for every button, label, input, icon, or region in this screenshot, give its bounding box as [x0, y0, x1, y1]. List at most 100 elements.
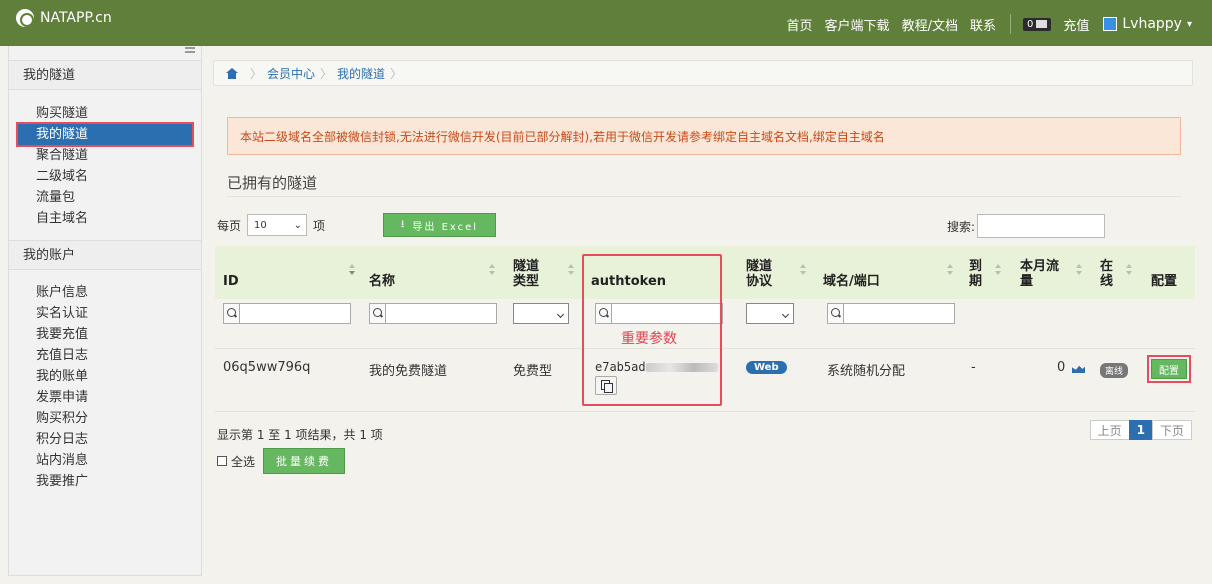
per-page-select[interactable]: 10 ⌄ [247, 214, 308, 236]
col-header-expire[interactable]: 到期 [969, 246, 1002, 299]
wechat-warning-alert: 本站二级域名全部被微信封锁,无法进行微信开发(目前已部分解封),若用于微信开发请… [227, 117, 1181, 155]
user-icon [1103, 17, 1118, 31]
messages-button[interactable]: 0 [1022, 17, 1052, 31]
chevron-down-icon: ⌄ [293, 219, 303, 231]
per-page-value: 10 [254, 219, 267, 231]
batch-renew-button[interactable]: 批量续费 [263, 448, 346, 474]
config-button[interactable]: 配置 [1147, 355, 1191, 383]
sidebar-item-points-log[interactable]: 积分日志 [9, 429, 201, 450]
sort-icon [1126, 264, 1133, 276]
sidebar-item-account-info[interactable]: 账户信息 [9, 282, 201, 303]
sort-icon [947, 264, 954, 276]
sidebar-item-bills[interactable]: 我的账单 [9, 366, 201, 387]
sort-icon [568, 264, 575, 276]
sort-icon [349, 264, 356, 276]
search-input[interactable] [977, 214, 1106, 238]
col-header-id[interactable]: ID [223, 246, 363, 299]
sidebar-item-traffic-pack[interactable]: 流量包 [9, 187, 201, 208]
nav-home-link[interactable]: 首页 [787, 15, 813, 34]
select-all-label: 全选 [231, 454, 256, 469]
filter-protocol-select[interactable] [746, 303, 794, 324]
sidebar-item-aggregate-tunnel[interactable]: 聚合隧道 [9, 145, 201, 166]
search-icon [224, 304, 240, 323]
sidebar: 我的隧道 购买隧道 我的隧道 聚合隧道 二级域名 流量包 自主域名 我的账户 账… [8, 46, 202, 576]
caret-down-icon: ▾ [1186, 18, 1192, 30]
traffic-chart-icon[interactable] [1072, 362, 1085, 373]
search-icon [828, 304, 844, 323]
sort-icon [489, 264, 496, 276]
search-control: 搜索: [947, 214, 1106, 238]
sidebar-header-tunnels[interactable]: 我的隧道 [9, 60, 201, 90]
sidebar-item-invoice[interactable]: 发票申请 [9, 387, 201, 408]
tunnel-traffic: 0 [1057, 360, 1066, 375]
tunnel-expire: - [971, 360, 976, 375]
sidebar-item-buy-tunnel[interactable]: 购买隧道 [9, 103, 201, 124]
protocol-badge: Web [746, 361, 787, 374]
col-header-type[interactable]: 隧道类型 [513, 246, 575, 299]
breadcrumb-current[interactable]: 我的隧道 [337, 65, 385, 82]
home-icon[interactable] [226, 67, 238, 79]
filter-type-select[interactable] [513, 303, 569, 324]
user-menu[interactable]: Lvhappy ▾ [1103, 16, 1192, 32]
page-1-button[interactable]: 1 [1128, 420, 1153, 440]
authtoken-value: e7ab5ad [595, 360, 718, 374]
username: Lvhappy [1122, 16, 1182, 32]
search-icon [596, 304, 612, 323]
sidebar-item-messages[interactable]: 站内消息 [9, 450, 201, 471]
col-header-domain[interactable]: 域名/端口 [823, 246, 953, 299]
sidebar-item-my-tunnels[interactable]: 我的隧道 [16, 122, 194, 147]
sort-icon [800, 264, 807, 276]
tunnel-domain: 系统随机分配 [827, 364, 906, 379]
nav-docs-link[interactable]: 教程/文档 [902, 15, 958, 34]
divider [227, 196, 1181, 197]
table-filters [215, 299, 1195, 349]
filter-domain-input[interactable] [827, 303, 955, 324]
filter-id-input[interactable] [223, 303, 351, 324]
authtoken-visible-part: e7ab5ad [595, 360, 646, 374]
sidebar-collapse-icon[interactable] [185, 47, 195, 53]
col-header-online[interactable]: 在线 [1100, 246, 1133, 299]
nav-contact-link[interactable]: 联系 [970, 15, 996, 34]
search-label: 搜索: [947, 219, 976, 234]
brand-name: NATAPP.cn [40, 10, 112, 26]
sidebar-account-list: 账户信息 实名认证 我要充值 充值日志 我的账单 发票申请 购买积分 积分日志 … [9, 282, 201, 492]
sidebar-item-recharge-log[interactable]: 充值日志 [9, 345, 201, 366]
filter-name-input[interactable] [369, 303, 497, 324]
nav-client-download-link[interactable]: 客户端下载 [825, 15, 890, 34]
sidebar-item-recharge[interactable]: 我要充值 [9, 324, 201, 345]
tunnel-name: 我的免费隧道 [369, 364, 448, 379]
important-param-hint: 重要参数 [621, 331, 677, 347]
filter-authtoken-input[interactable] [595, 303, 723, 324]
per-page-label: 每页 [217, 218, 242, 233]
prev-page-button[interactable]: 上页 [1089, 420, 1130, 440]
copy-icon[interactable] [595, 376, 617, 395]
natapp-logo-icon [16, 9, 34, 27]
sidebar-item-buy-points[interactable]: 购买积分 [9, 408, 201, 429]
table-header: ID 名称 隧道类型 authtoken 隧道协议 域名/端口 到期 本月流量 … [215, 246, 1195, 299]
per-page-suffix: 项 [313, 218, 326, 233]
export-label: 导出 Excel [412, 221, 479, 233]
col-header-protocol[interactable]: 隧道协议 [746, 246, 806, 299]
breadcrumb-separator: 〉 [390, 66, 403, 81]
select-all-checkbox[interactable] [217, 456, 227, 466]
export-excel-button[interactable]: ⭳ 导出 Excel [383, 213, 496, 237]
sort-icon [995, 264, 1002, 276]
top-navbar: NATAPP.cn 首页 客户端下载 教程/文档 联系 0 充值 Lvhappy… [0, 0, 1212, 46]
breadcrumb-member-center[interactable]: 会员中心 [267, 65, 315, 82]
nav-recharge-link[interactable]: 充值 [1063, 15, 1089, 34]
col-header-name[interactable]: 名称 [369, 246, 499, 299]
search-icon [370, 304, 386, 323]
per-page-control: 每页 10 ⌄ 项 [217, 214, 325, 236]
table-info: 显示第 1 至 1 项结果，共 1 项 [217, 428, 383, 442]
sidebar-item-referral[interactable]: 我要推广 [9, 471, 201, 492]
col-header-traffic[interactable]: 本月流量 [1020, 246, 1082, 299]
next-page-button[interactable]: 下页 [1151, 420, 1192, 440]
sidebar-item-real-name[interactable]: 实名认证 [9, 303, 201, 324]
sidebar-item-custom-domain[interactable]: 自主域名 [9, 208, 201, 229]
col-header-authtoken[interactable]: authtoken [591, 246, 731, 299]
breadcrumb-separator: 〉 [320, 66, 333, 81]
brand[interactable]: NATAPP.cn [16, 9, 112, 27]
sidebar-header-account[interactable]: 我的账户 [9, 240, 201, 270]
sidebar-item-subdomain[interactable]: 二级域名 [9, 166, 201, 187]
nav-divider [1009, 14, 1011, 34]
